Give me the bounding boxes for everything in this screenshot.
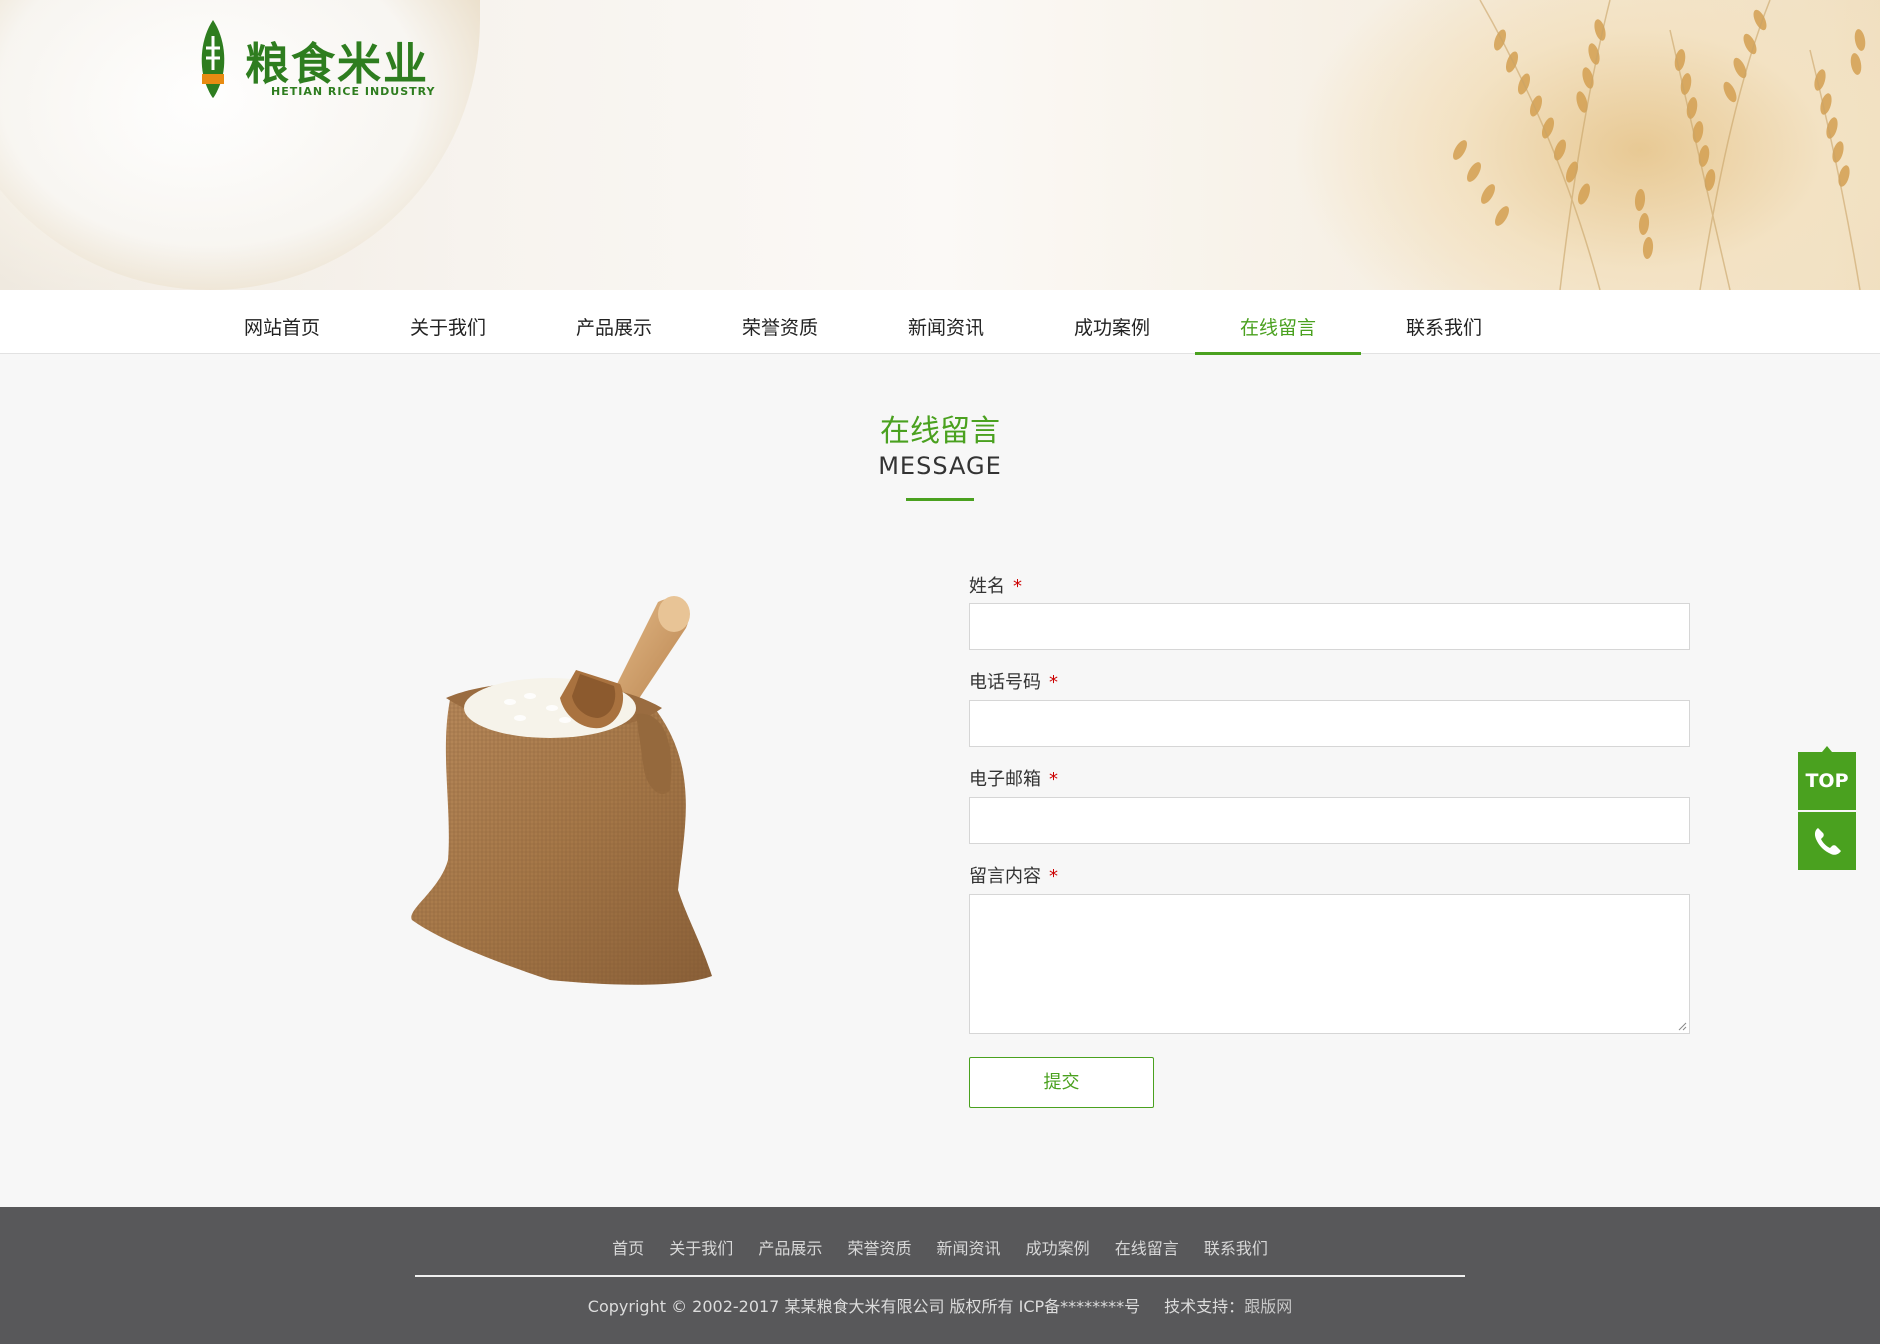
submit-button[interactable]: 提交 [969,1057,1154,1108]
logo-mark-icon [201,20,225,98]
nav-item-products[interactable]: 产品展示 [531,290,697,354]
section-title: 在线留言 [880,414,1000,449]
phone-float-button[interactable] [1798,812,1856,870]
section-divider [906,498,974,501]
header-banner: 粮食米业 HETIAN RICE INDUSTRY [0,0,1880,290]
footer-nav: 首页 关于我们 产品展示 荣誉资质 新闻资讯 成功案例 在线留言 联系我们 [0,1235,1880,1259]
site-logo[interactable]: 粮食米业 HETIAN RICE INDUSTRY [197,18,437,102]
required-mark: * [1049,769,1058,790]
logo-subtitle: HETIAN RICE INDUSTRY [271,85,436,98]
section-subtitle: MESSAGE [878,452,1002,480]
required-mark: * [1049,672,1058,693]
required-mark: * [1013,576,1022,597]
tech-support-label: 技术支持： [1164,1297,1245,1316]
nav-item-news[interactable]: 新闻资讯 [863,290,1029,354]
nav-item-message[interactable]: 在线留言 [1195,290,1361,355]
main-nav: 网站首页 关于我们 产品展示 荣誉资质 新闻资讯 成功案例 在线留言 联系我们 [0,290,1880,355]
footer: 首页 关于我们 产品展示 荣誉资质 新闻资讯 成功案例 在线留言 联系我们 Co… [0,1207,1880,1344]
nav-item-home[interactable]: 网站首页 [199,290,365,354]
name-label: 姓名 * [969,576,1022,597]
name-field[interactable] [969,603,1690,650]
footer-link-cases[interactable]: 成功案例 [1026,1239,1090,1258]
footer-link-contact[interactable]: 联系我们 [1204,1239,1268,1258]
phone-icon [1814,828,1841,855]
content-label: 留言内容 * [969,866,1058,887]
copyright-text: Copyright © 2002-2017 某某粮食大米有限公司 版权所有 IC… [587,1297,1141,1316]
footer-link-about[interactable]: 关于我们 [669,1239,733,1258]
nav-item-contact[interactable]: 联系我们 [1361,290,1527,354]
tech-support-link[interactable]: 跟版网 [1244,1297,1292,1316]
back-to-top-button[interactable]: TOP [1798,746,1856,810]
phone-field[interactable] [969,700,1690,747]
required-mark: * [1049,866,1058,887]
footer-link-products[interactable]: 产品展示 [758,1239,822,1258]
phone-label: 电话号码 * [969,672,1058,693]
footer-link-news[interactable]: 新闻资讯 [937,1239,1001,1258]
logo-text: 粮食米业 [245,39,429,90]
nav-item-about[interactable]: 关于我们 [365,290,531,354]
nav-item-cases[interactable]: 成功案例 [1029,290,1195,354]
email-field[interactable] [969,797,1690,844]
footer-link-home[interactable]: 首页 [612,1239,644,1258]
resize-handle-icon[interactable] [1677,1021,1687,1031]
content-textarea[interactable] [969,894,1690,1034]
email-label: 电子邮箱 * [969,769,1058,790]
nav-item-honors[interactable]: 荣誉资质 [697,290,863,354]
footer-divider [415,1275,1465,1277]
footer-link-honors[interactable]: 荣誉资质 [847,1239,911,1258]
rice-bag-image [400,590,730,990]
copyright-line: Copyright © 2002-2017 某某粮食大米有限公司 版权所有 IC… [0,1293,1880,1317]
footer-link-message[interactable]: 在线留言 [1115,1239,1179,1258]
